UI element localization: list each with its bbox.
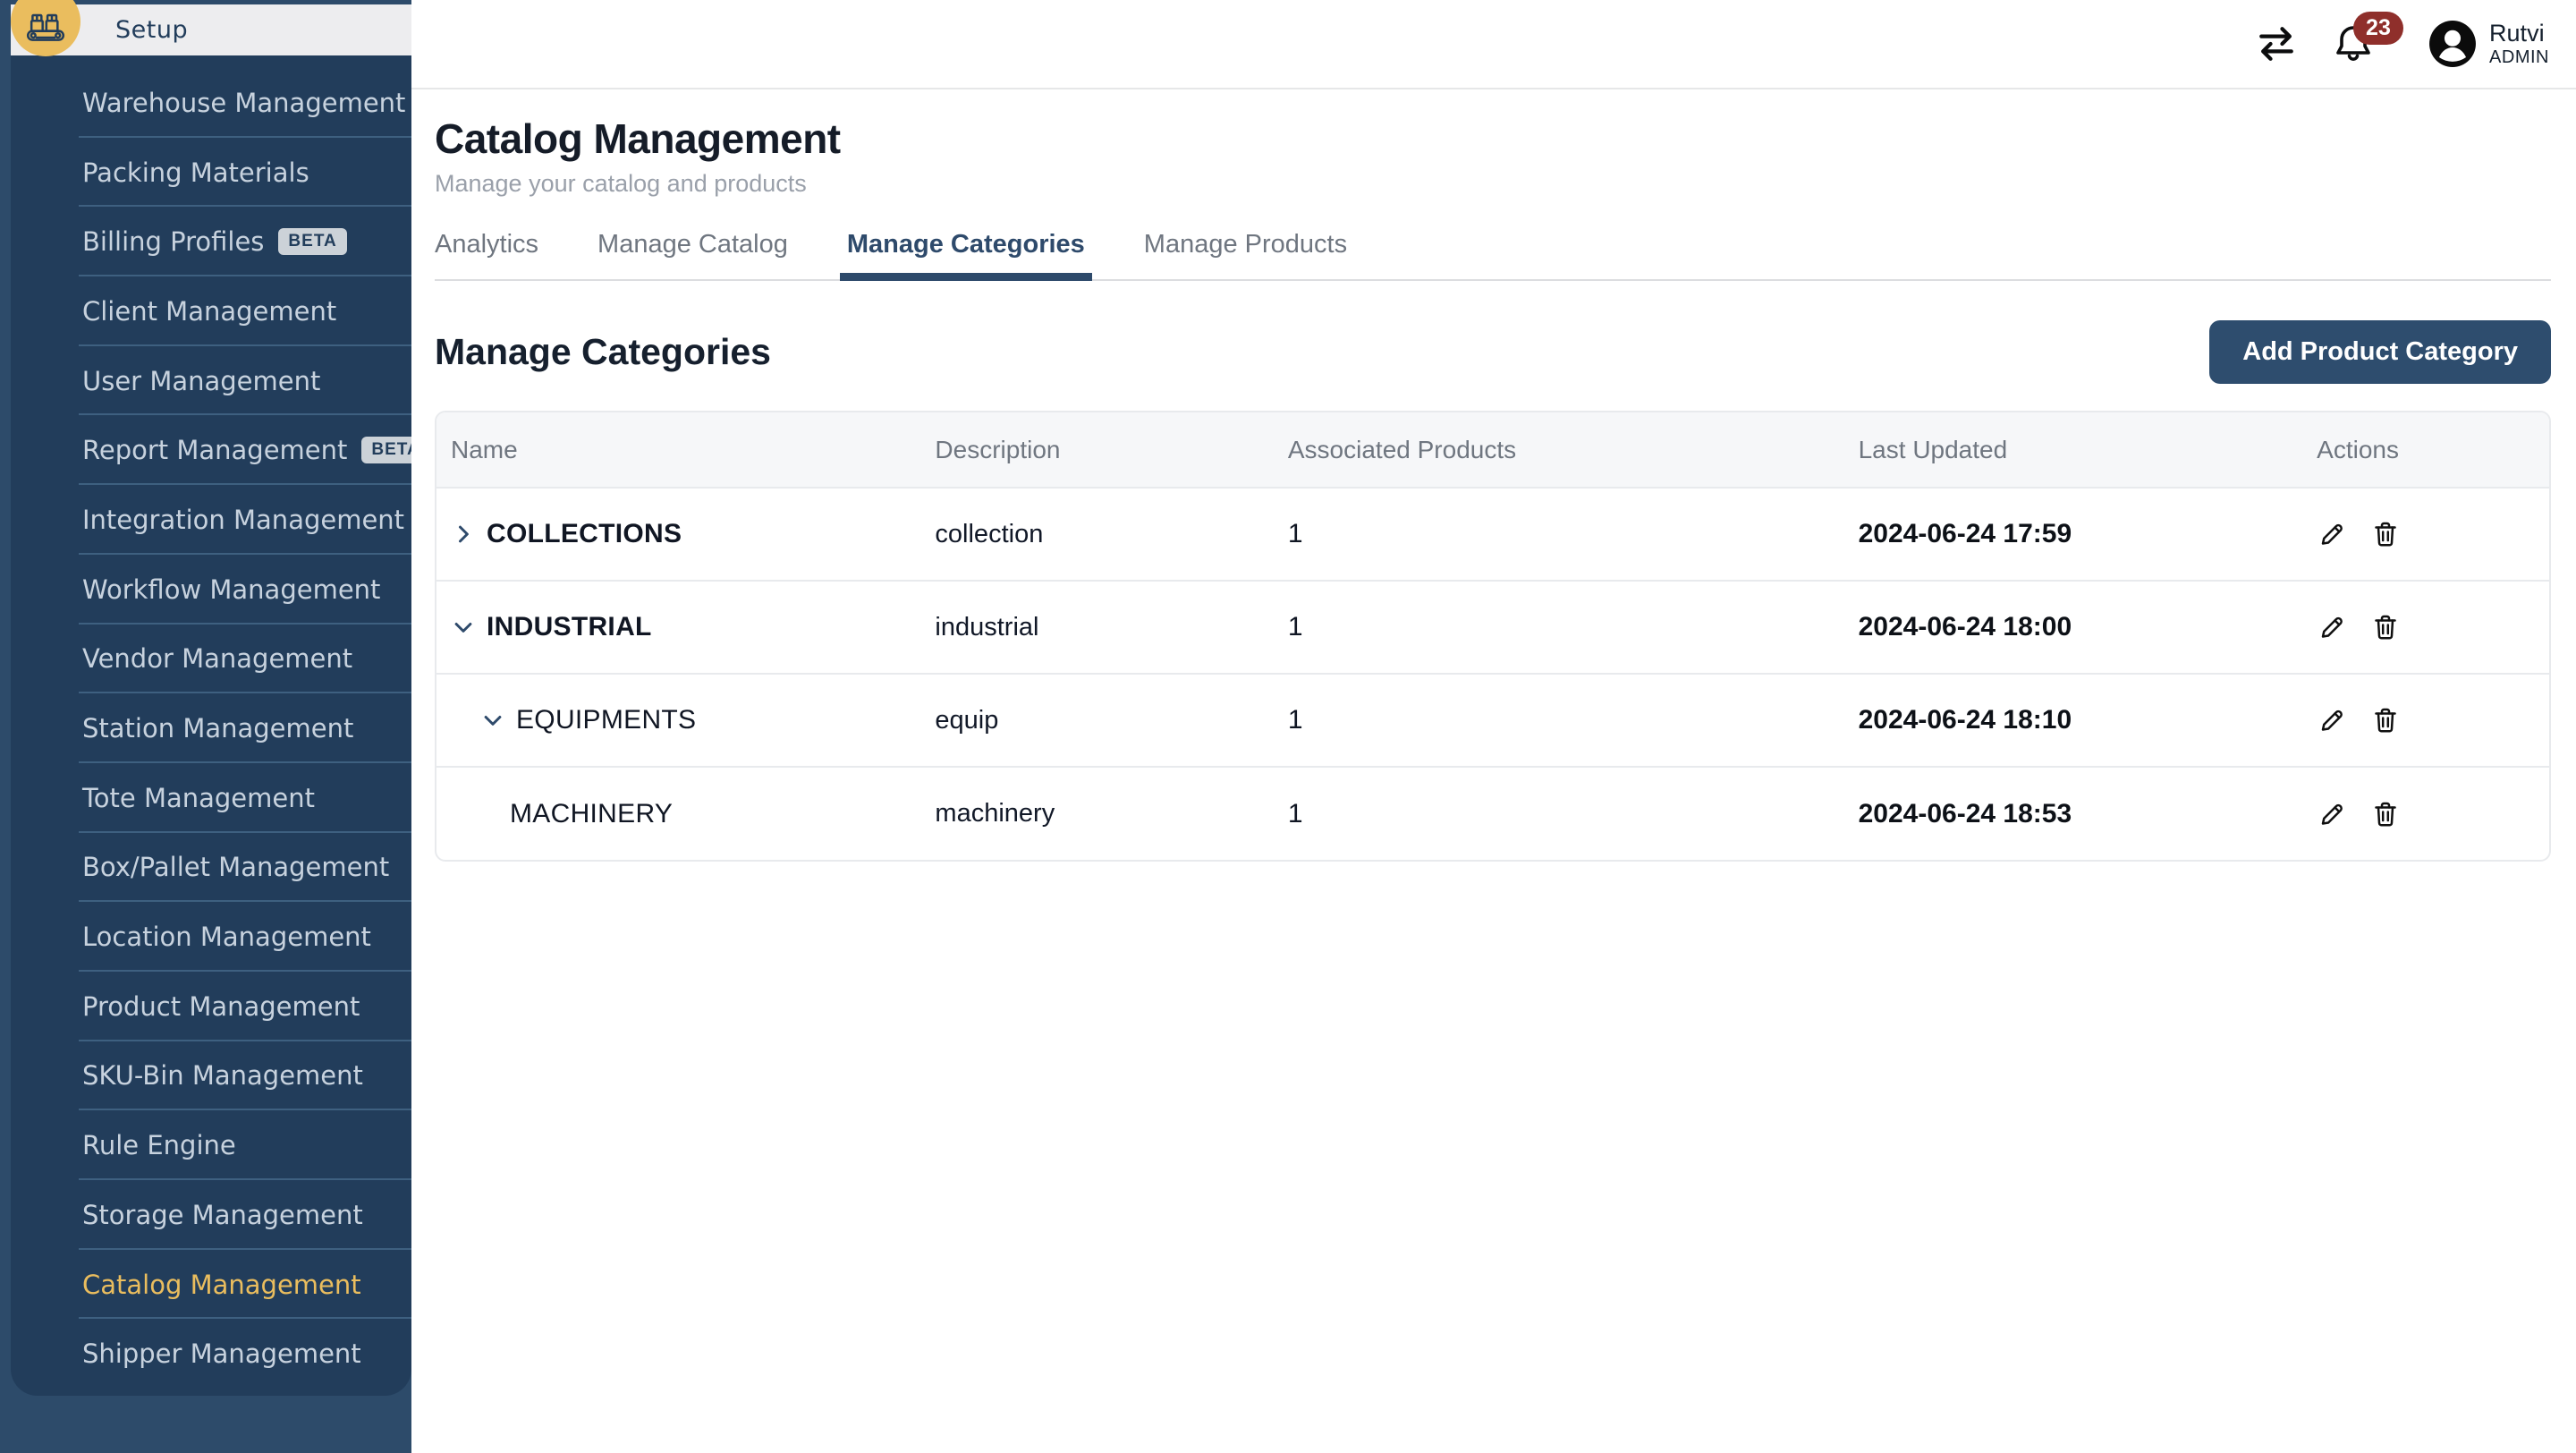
category-description: collection — [935, 520, 1043, 548]
add-product-category-button[interactable]: Add Product Category — [2209, 320, 2551, 384]
sidebar-item-report-management[interactable]: Report ManagementBETA — [11, 415, 411, 485]
table-row: INDUSTRIAL industrial 1 2024-06-24 18:00 — [436, 581, 2549, 674]
sidebar-item-tote-management[interactable]: Tote Management — [11, 763, 411, 833]
sidebar-item-integration-management[interactable]: Integration Management — [11, 485, 411, 555]
categories-table: Name Description Associated Products Las… — [435, 411, 2551, 862]
tab-manage-categories[interactable]: Manage Categories — [847, 230, 1085, 279]
setup-label: Setup — [115, 16, 188, 44]
delete-icon[interactable] — [2370, 612, 2401, 642]
sidebar-item-sku-bin-management[interactable]: SKU-Bin Management — [11, 1041, 411, 1111]
chevron-down-icon[interactable] — [480, 708, 505, 733]
transfer-icon[interactable] — [2253, 23, 2300, 64]
edit-icon[interactable] — [2317, 799, 2347, 829]
column-header-actions: Actions — [2317, 412, 2549, 488]
app-header: 23 Rutvi ADMIN — [411, 0, 2576, 89]
sidebar-item-workflow-management[interactable]: Workflow Management — [11, 555, 411, 625]
sidebar: Setup Warehouse Management Packing Mater… — [0, 0, 411, 1453]
sidebar-item-storage-management[interactable]: Storage Management — [11, 1180, 411, 1250]
last-updated: 2024-06-24 18:00 — [1859, 612, 2072, 642]
column-header-last-updated: Last Updated — [1859, 412, 2318, 488]
sidebar-nav: Warehouse Management Packing Materials B… — [11, 55, 411, 1396]
column-header-description: Description — [935, 412, 1287, 488]
category-description: industrial — [935, 613, 1038, 642]
category-description: equip — [935, 706, 998, 735]
edit-icon[interactable] — [2317, 519, 2347, 549]
category-name: INDUSTRIAL — [487, 612, 652, 642]
column-header-name: Name — [436, 412, 935, 488]
beta-badge: BETA — [278, 228, 346, 255]
category-name: COLLECTIONS — [487, 519, 682, 549]
associated-products-count: 1 — [1288, 519, 1303, 548]
associated-products-count: 1 — [1288, 612, 1303, 642]
table-row: COLLECTIONS collection 1 2024-06-24 17:5… — [436, 488, 2549, 581]
delete-icon[interactable] — [2370, 519, 2401, 549]
delete-icon[interactable] — [2370, 799, 2401, 829]
sidebar-item-product-management[interactable]: Product Management — [11, 972, 411, 1041]
edit-icon[interactable] — [2317, 612, 2347, 642]
sidebar-item-station-management[interactable]: Station Management — [11, 693, 411, 763]
avatar-icon — [2428, 20, 2477, 68]
page-subtitle: Manage your catalog and products — [435, 170, 2551, 198]
notification-count-badge: 23 — [2353, 12, 2403, 45]
main-area: 23 Rutvi ADMIN Catalog Management Manage… — [411, 0, 2576, 1453]
last-updated: 2024-06-24 18:53 — [1859, 799, 2072, 828]
sidebar-item-vendor-management[interactable]: Vendor Management — [11, 625, 411, 694]
sidebar-item-packing-materials[interactable]: Packing Materials — [11, 138, 411, 208]
page-title: Catalog Management — [435, 115, 2551, 163]
sidebar-item-warehouse-management[interactable]: Warehouse Management — [11, 68, 411, 138]
section-title: Manage Categories — [435, 331, 771, 373]
table-row: EQUIPMENTS equip 1 2024-06-24 18:10 — [436, 674, 2549, 767]
sidebar-item-rule-engine[interactable]: Rule Engine — [11, 1110, 411, 1180]
sidebar-item-box-pallet-management[interactable]: Box/Pallet Management — [11, 833, 411, 903]
edit-icon[interactable] — [2317, 705, 2347, 735]
category-name: MACHINERY — [510, 799, 673, 829]
chevron-right-icon[interactable] — [451, 522, 476, 547]
table-row: MACHINERY machinery 1 2024-06-24 18:53 — [436, 767, 2549, 860]
column-header-associated-products: Associated Products — [1288, 412, 1859, 488]
category-description: machinery — [935, 799, 1055, 828]
user-name: Rutvi — [2489, 20, 2549, 47]
chevron-down-icon[interactable] — [451, 615, 476, 640]
category-name: EQUIPMENTS — [516, 705, 696, 735]
sidebar-item-client-management[interactable]: Client Management — [11, 276, 411, 346]
user-menu[interactable]: Rutvi ADMIN — [2428, 20, 2549, 68]
user-role: ADMIN — [2489, 47, 2549, 68]
last-updated: 2024-06-24 18:10 — [1859, 705, 2072, 735]
sidebar-item-billing-profiles[interactable]: Billing ProfilesBETA — [11, 207, 411, 276]
tab-manage-catalog[interactable]: Manage Catalog — [597, 230, 788, 279]
sidebar-item-catalog-management[interactable]: Catalog Management — [11, 1250, 411, 1320]
associated-products-count: 1 — [1288, 799, 1303, 828]
delete-icon[interactable] — [2370, 705, 2401, 735]
last-updated: 2024-06-24 17:59 — [1859, 519, 2072, 548]
tab-analytics[interactable]: Analytics — [435, 230, 538, 279]
sidebar-item-user-management[interactable]: User Management — [11, 346, 411, 416]
sidebar-item-location-management[interactable]: Location Management — [11, 902, 411, 972]
sidebar-item-shipper-management[interactable]: Shipper Management — [11, 1319, 411, 1389]
tab-bar: Analytics Manage Catalog Manage Categori… — [435, 230, 2551, 281]
associated-products-count: 1 — [1288, 705, 1303, 735]
tab-manage-products[interactable]: Manage Products — [1144, 230, 1347, 279]
